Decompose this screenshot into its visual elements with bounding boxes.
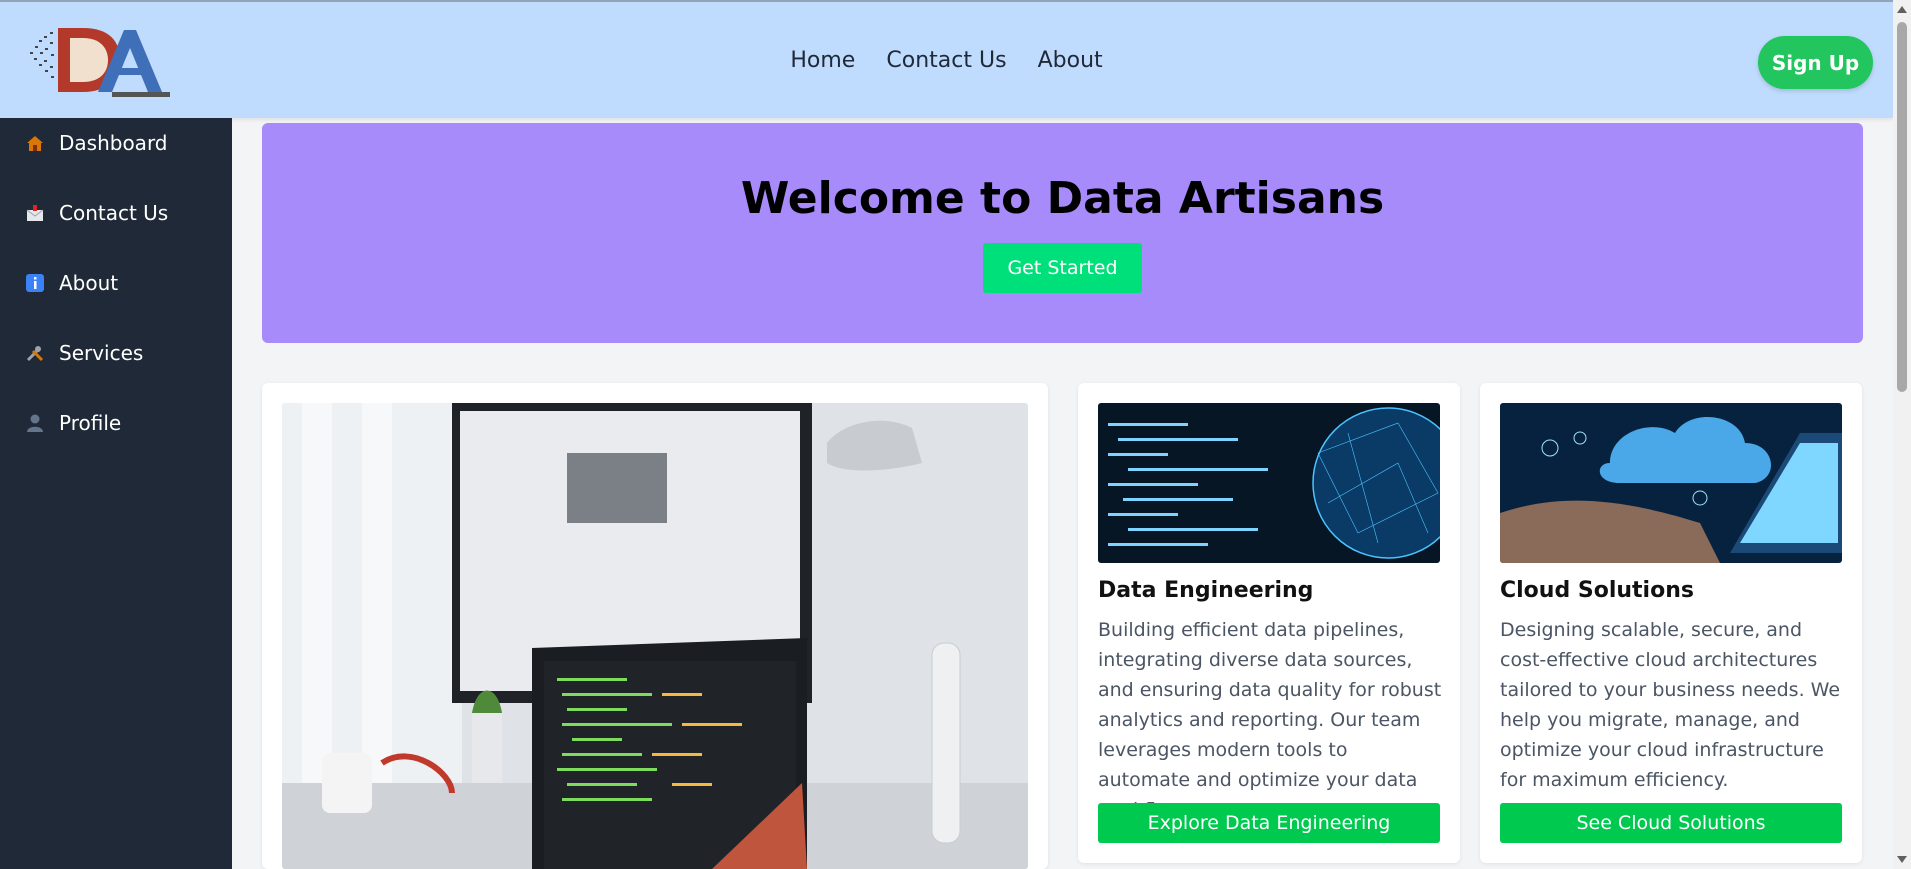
sidebar-item-label: About bbox=[59, 271, 119, 295]
card-description: Designing scalable, secure, and cost-eff… bbox=[1500, 619, 1841, 791]
scroll-down-arrow-icon[interactable] bbox=[1897, 856, 1907, 863]
card-title: Data Engineering bbox=[1098, 578, 1314, 603]
nav-about[interactable]: About bbox=[1038, 48, 1103, 73]
page-scrollbar[interactable] bbox=[1893, 0, 1911, 869]
see-cloud-solutions-button[interactable]: See Cloud Solutions bbox=[1500, 803, 1842, 843]
data-engineering-image bbox=[1098, 403, 1440, 563]
scroll-thumb[interactable] bbox=[1897, 22, 1907, 392]
service-card-cloud-solutions: Cloud Solutions Designing scalable, secu… bbox=[1480, 383, 1862, 863]
workspace-image bbox=[282, 403, 1028, 869]
nav-home[interactable]: Home bbox=[790, 48, 855, 73]
sidebar-item-about[interactable]: About bbox=[0, 258, 232, 308]
top-header: Home Contact Us About Sign Up bbox=[0, 0, 1893, 118]
card-title: Cloud Solutions bbox=[1500, 578, 1694, 603]
cloud-solutions-image bbox=[1500, 403, 1842, 563]
sidebar-item-profile[interactable]: Profile bbox=[0, 398, 232, 448]
sidebar-item-label: Dashboard bbox=[59, 131, 168, 155]
inbox-icon bbox=[24, 202, 46, 224]
main-nav: Home Contact Us About bbox=[0, 48, 1893, 73]
hero-title: Welcome to Data Artisans bbox=[740, 173, 1385, 224]
sidebar-item-label: Profile bbox=[59, 411, 122, 435]
sidebar-item-dashboard[interactable]: Dashboard bbox=[0, 118, 232, 168]
sidebar: Dashboard Contact Us About Services Prof… bbox=[0, 118, 232, 869]
hero-banner: Welcome to Data Artisans Get Started bbox=[262, 123, 1863, 343]
scroll-up-arrow-icon[interactable] bbox=[1897, 6, 1907, 13]
get-started-button[interactable]: Get Started bbox=[983, 243, 1142, 293]
sidebar-item-contact-us[interactable]: Contact Us bbox=[0, 188, 232, 238]
featured-image-card bbox=[262, 383, 1048, 869]
sidebar-item-services[interactable]: Services bbox=[0, 328, 232, 378]
house-icon bbox=[24, 132, 46, 154]
service-card-data-engineering: Data Engineering Building efficient data… bbox=[1078, 383, 1460, 863]
user-icon bbox=[24, 412, 46, 434]
sidebar-item-label: Contact Us bbox=[59, 201, 169, 225]
nav-contact-us[interactable]: Contact Us bbox=[886, 48, 1006, 73]
sign-up-button[interactable]: Sign Up bbox=[1758, 36, 1873, 89]
sidebar-item-label: Services bbox=[59, 341, 144, 365]
tools-icon bbox=[24, 342, 46, 364]
card-description: Building efficient data pipelines, integ… bbox=[1098, 619, 1442, 821]
info-icon bbox=[24, 272, 46, 294]
explore-data-engineering-button[interactable]: Explore Data Engineering bbox=[1098, 803, 1440, 843]
